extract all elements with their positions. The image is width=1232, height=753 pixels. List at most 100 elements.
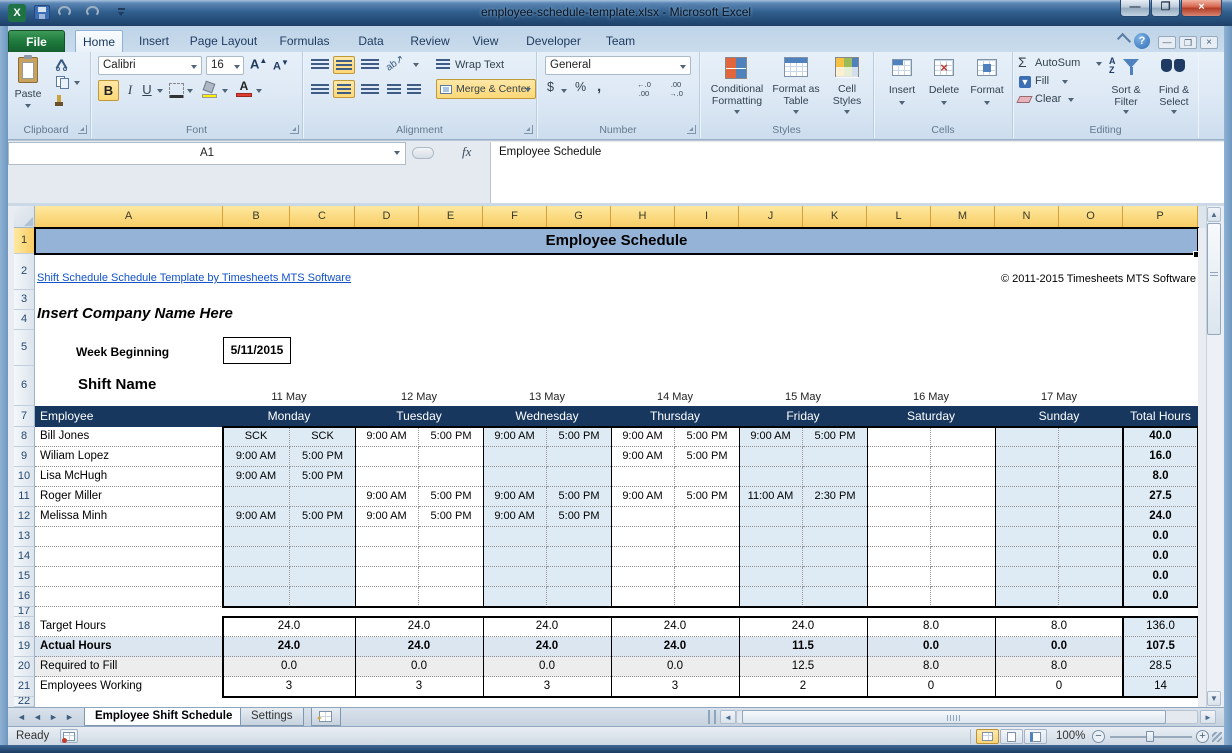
sort-filter-button[interactable]: AZ Sort & Filter	[1103, 54, 1149, 120]
cell-shift-start-r8-d5[interactable]: 9:00 AM	[739, 427, 803, 447]
cell-shift-start-r12-d4[interactable]	[611, 507, 675, 527]
column-header-O[interactable]: O	[1059, 206, 1123, 228]
ribbon-tab-insert[interactable]: Insert	[132, 30, 176, 52]
cell-name-empty-14[interactable]	[35, 547, 223, 567]
cell-shift-start-r8-d2[interactable]: 9:00 AM	[355, 427, 419, 447]
summary-label-actual-hours[interactable]: Actual Hours	[35, 637, 223, 657]
cell-shift-start-r13-d4[interactable]	[611, 527, 675, 547]
column-header-D[interactable]: D	[355, 206, 419, 228]
cell-shift-start-r16-d1[interactable]	[223, 587, 290, 607]
ribbon-tab-review[interactable]: Review	[405, 30, 455, 52]
format-cells-button[interactable]: Format	[966, 54, 1008, 120]
cell-shift-start-r12-d7[interactable]	[995, 507, 1059, 527]
close-button[interactable]: ×	[1181, 0, 1222, 17]
cell-shift-end-r8-d5[interactable]: 5:00 PM	[803, 427, 867, 447]
cell-shift-end-r14-d2[interactable]	[419, 547, 483, 567]
cell-shift-start-r15-d5[interactable]	[739, 567, 803, 587]
summary-value-r19-d4[interactable]: 24.0	[611, 637, 739, 657]
cell-total-r8[interactable]: 40.0	[1123, 427, 1198, 447]
sheet-tab-settings[interactable]: Settings	[240, 708, 304, 726]
summary-value-r20-d3[interactable]: 0.0	[483, 657, 611, 677]
cell-shift-start-r16-d5[interactable]	[739, 587, 803, 607]
view-normal-button[interactable]	[976, 729, 999, 744]
cell-shift-end-r12-d5[interactable]	[803, 507, 867, 527]
column-header-I[interactable]: I	[675, 206, 739, 228]
cell-shift-end-r9-d7[interactable]	[1059, 447, 1123, 467]
day-header-friday[interactable]: Friday	[739, 406, 867, 427]
cell-shift-start-r11-d5[interactable]: 11:00 AM	[739, 487, 803, 507]
row-header-4[interactable]: 4	[14, 310, 35, 330]
cell-shift-end-r15-d5[interactable]	[803, 567, 867, 587]
row-header-2[interactable]: 2	[14, 254, 35, 290]
conditional-formatting-button[interactable]: Conditional Formatting	[706, 54, 768, 120]
cell-shift-end-r9-d1[interactable]: 5:00 PM	[290, 447, 355, 467]
format-as-table-button[interactable]: Format as Table	[770, 54, 822, 120]
ribbon-tab-data[interactable]: Data	[348, 30, 394, 52]
cell-shift-end-r11-d7[interactable]	[1059, 487, 1123, 507]
copy-dropdown-icon[interactable]	[74, 81, 80, 85]
summary-label-target-hours[interactable]: Target Hours	[35, 617, 223, 637]
maximize-button[interactable]: ❐	[1151, 0, 1180, 17]
cell-shift-start-r11-d6[interactable]	[867, 487, 931, 507]
merge-center-dropdown-icon[interactable]	[525, 88, 531, 92]
summary-value-r21-d2[interactable]: 3	[355, 677, 483, 697]
cell-shift-end-r9-d6[interactable]	[931, 447, 995, 467]
vscroll-thumb[interactable]	[1207, 223, 1221, 335]
column-header-A[interactable]: A	[35, 206, 223, 228]
borders-dropdown-icon[interactable]	[187, 89, 193, 93]
cell-shift-start-r10-d4[interactable]	[611, 467, 675, 487]
cell-shift-start-r11-d4[interactable]: 9:00 AM	[611, 487, 675, 507]
summary-value-r18-d1[interactable]: 24.0	[223, 617, 355, 637]
cell-shift-end-r15-d4[interactable]	[675, 567, 739, 587]
help-icon[interactable]: ?	[1134, 33, 1150, 49]
row-header-18[interactable]: 18	[14, 617, 35, 637]
merge-center-button[interactable]: Merge & Center	[436, 79, 536, 99]
cell-name-melissa-minh[interactable]: Melissa Minh	[35, 507, 223, 527]
cell-shift-start-r15-d3[interactable]	[483, 567, 547, 587]
total-hours-header[interactable]: Total Hours	[1123, 406, 1198, 427]
summary-value-r18-d2[interactable]: 24.0	[355, 617, 483, 637]
cell-shift-end-r8-d6[interactable]	[931, 427, 995, 447]
cell-shift-end-r9-d3[interactable]	[547, 447, 611, 467]
cell-shift-start-r16-d3[interactable]	[483, 587, 547, 607]
cell-shift-end-r11-d3[interactable]: 5:00 PM	[547, 487, 611, 507]
workbook-close-button[interactable]: ×	[1200, 36, 1218, 49]
format-painter-button[interactable]	[54, 93, 76, 108]
decrease-decimal-button[interactable]: .00→.0	[663, 80, 689, 100]
summary-value-r18-d7[interactable]: 8.0	[995, 617, 1123, 637]
row-header-10[interactable]: 10	[14, 467, 35, 487]
ribbon-tab-view[interactable]: View	[463, 30, 508, 52]
column-header-N[interactable]: N	[995, 206, 1059, 228]
hscroll-left-icon[interactable]: ◄	[720, 710, 736, 724]
zoom-out-icon[interactable]: −	[1092, 730, 1105, 743]
cell-total-r10[interactable]: 8.0	[1123, 467, 1198, 487]
summary-value-r20-d7[interactable]: 8.0	[995, 657, 1123, 677]
column-header-C[interactable]: C	[290, 206, 355, 228]
summary-value-r18-d3[interactable]: 24.0	[483, 617, 611, 637]
summary-value-r19-d6[interactable]: 0.0	[867, 637, 995, 657]
cell-shift-end-r13-d5[interactable]	[803, 527, 867, 547]
cell-shift-start-r8-d7[interactable]	[995, 427, 1059, 447]
summary-value-r21-d4[interactable]: 3	[611, 677, 739, 697]
underline-button[interactable]: U	[139, 80, 155, 101]
row-header-14[interactable]: 14	[14, 547, 35, 567]
cell-shift-end-r9-d4[interactable]: 5:00 PM	[675, 447, 739, 467]
cell-shift-end-r15-d2[interactable]	[419, 567, 483, 587]
row-header-7[interactable]: 7	[14, 406, 35, 427]
number-dialog-launcher[interactable]	[687, 125, 696, 134]
zoom-slider-thumb[interactable]	[1146, 731, 1154, 742]
cell-shift-start-r15-d7[interactable]	[995, 567, 1059, 587]
summary-value-r21-d1[interactable]: 3	[223, 677, 355, 697]
cell-shift-end-r10-d7[interactable]	[1059, 467, 1123, 487]
align-right-icon[interactable]	[361, 84, 379, 96]
column-header-M[interactable]: M	[931, 206, 995, 228]
row-header-11[interactable]: 11	[14, 487, 35, 507]
row-header-5[interactable]: 5	[14, 330, 35, 366]
cell-total-r14[interactable]: 0.0	[1123, 547, 1198, 567]
font-color-dropdown-icon[interactable]	[256, 89, 262, 93]
sheet-tab-employee-shift-schedule[interactable]: Employee Shift Schedule	[84, 708, 243, 726]
comma-style-button[interactable]: ,	[597, 78, 607, 96]
cell-shift-end-r9-d5[interactable]	[803, 447, 867, 467]
cell-name-empty-13[interactable]	[35, 527, 223, 547]
cell-shift-start-r10-d1[interactable]: 9:00 AM	[223, 467, 290, 487]
